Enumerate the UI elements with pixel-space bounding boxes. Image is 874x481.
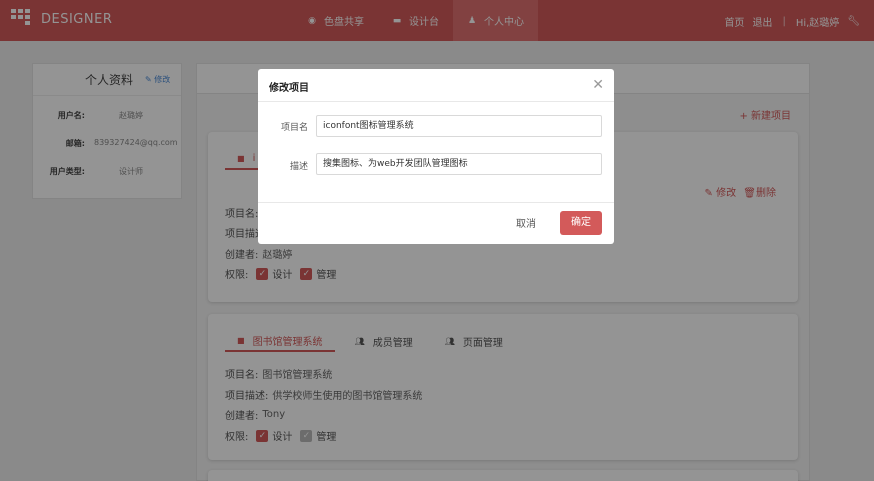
edit-project-modal: 修改项目 ✕ 项目名 iconfont图标管理系统 描述 搜集图标、为web开发… [258, 69, 614, 244]
project-name-label: 项目名 [280, 123, 308, 133]
modal-divider [258, 202, 614, 203]
description-input[interactable]: 搜集图标、为web开发团队管理图标 [316, 153, 602, 175]
modal-title: 修改项目 [269, 83, 309, 94]
confirm-button[interactable]: 确定 [560, 211, 602, 235]
project-name-input[interactable]: iconfont图标管理系统 [316, 115, 602, 137]
modal-divider [258, 101, 614, 102]
description-label: 描述 [289, 162, 308, 172]
close-icon[interactable]: ✕ [592, 77, 604, 93]
cancel-button[interactable]: 取消 [516, 215, 536, 230]
